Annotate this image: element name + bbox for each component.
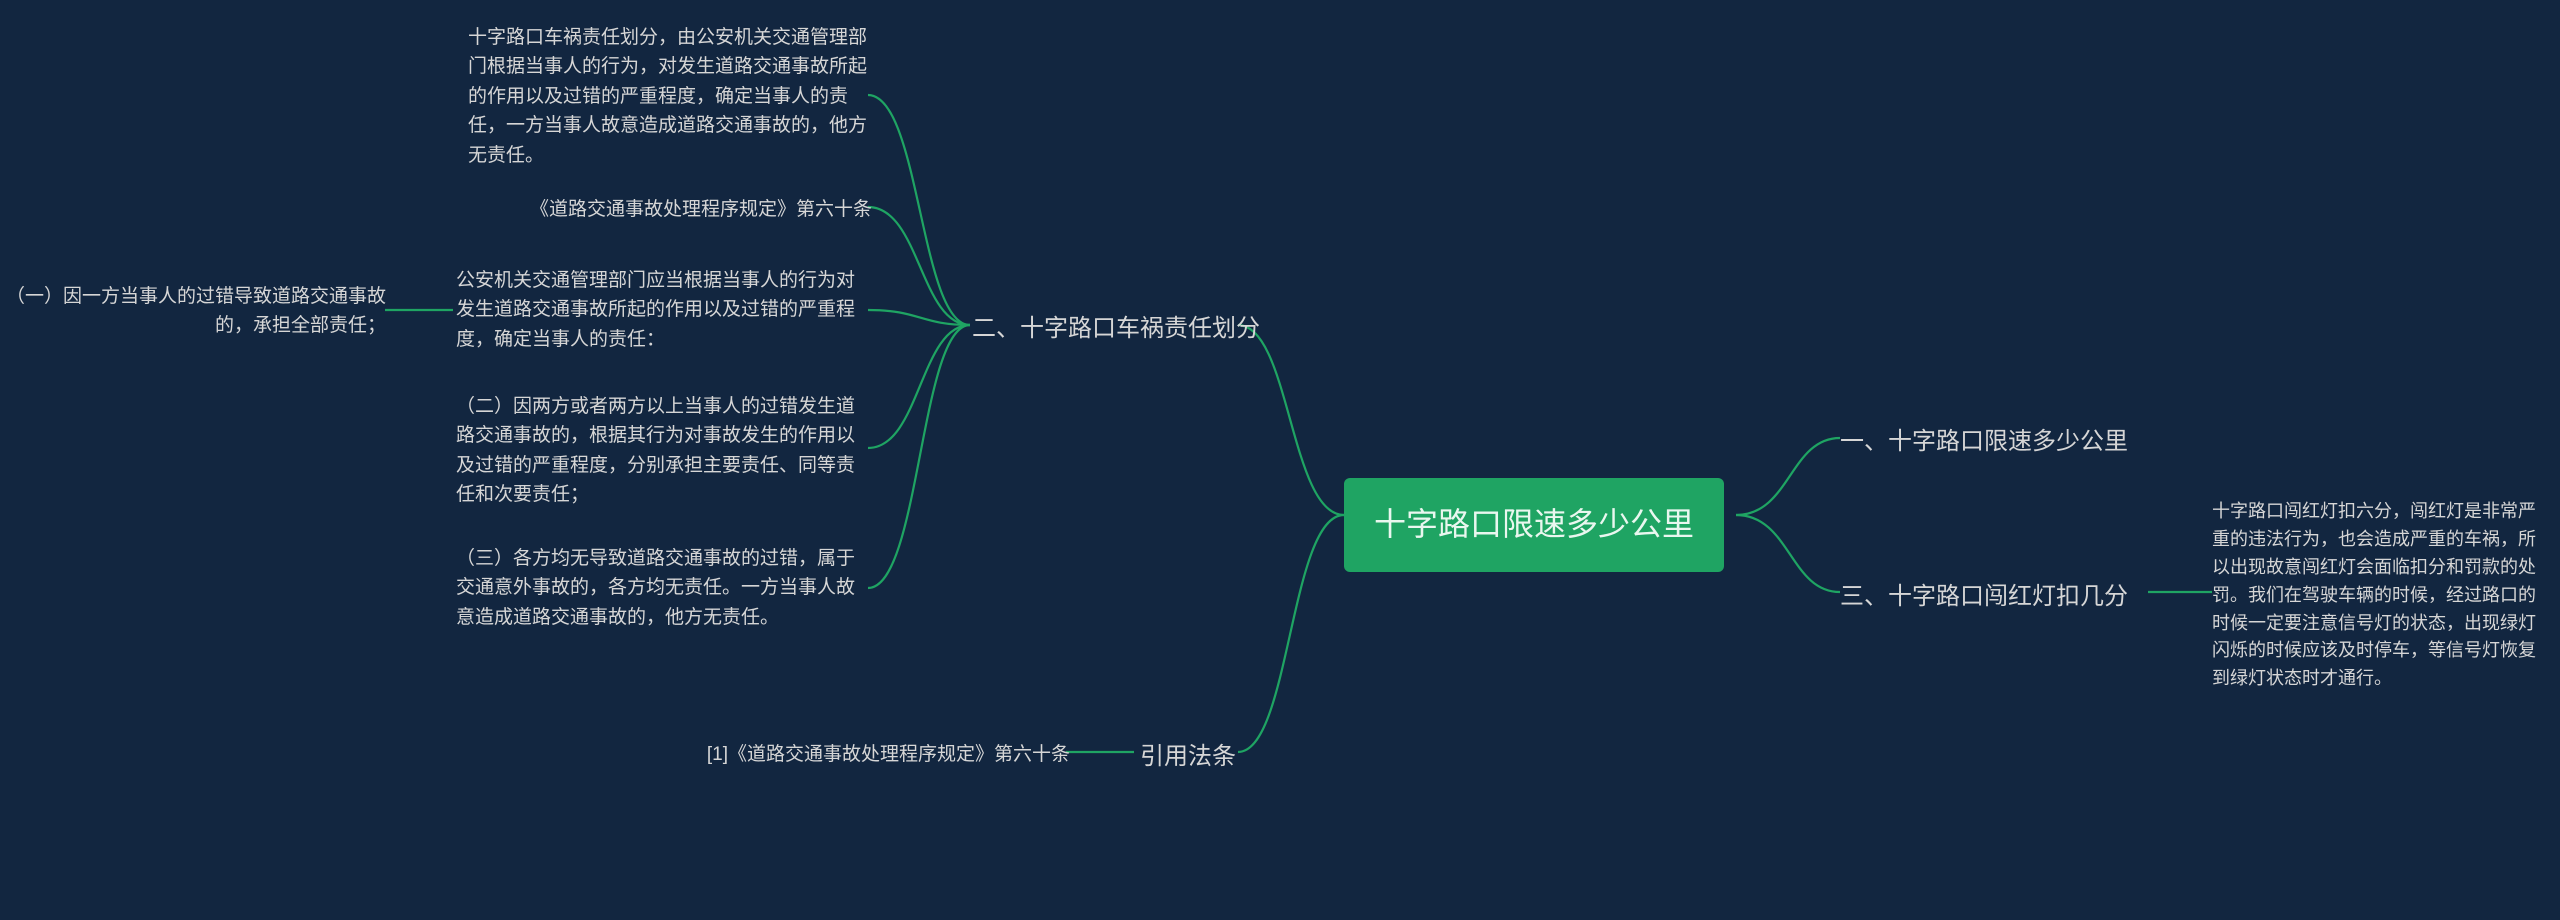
branch-2-leaf-a: 十字路口车祸责任划分，由公安机关交通管理部门根据当事人的行为，对发生道路交通事故…	[468, 23, 868, 170]
branch-2[interactable]: 二、十字路口车祸责任划分	[972, 310, 1260, 347]
branch-3[interactable]: 三、十字路口闯红灯扣几分	[1840, 578, 2128, 615]
branch-2-leaf-b: 《道路交通事故处理程序规定》第六十条	[502, 195, 872, 224]
branch-2-leaf-e: （三）各方均无导致道路交通事故的过错，属于交通意外事故的，各方均无责任。一方当事…	[456, 544, 866, 632]
mindmap-stage: 十字路口限速多少公里 一、十字路口限速多少公里 三、十字路口闯红灯扣几分 十字路…	[0, 0, 2560, 920]
branch-2-leaf-d: （二）因两方或者两方以上当事人的过错发生道路交通事故的，根据其行为对事故发生的作…	[456, 392, 866, 510]
branch-2-leaf-c-sub: （一）因一方当事人的过错导致道路交通事故的，承担全部责任；	[0, 282, 386, 341]
branch-3-leaf: 十字路口闯红灯扣六分，闯红灯是非常严重的违法行为，也会造成严重的车祸，所以出现故…	[2212, 498, 2542, 693]
branch-4-citation[interactable]: 引用法条	[1140, 738, 1236, 775]
root-node[interactable]: 十字路口限速多少公里	[1344, 478, 1724, 572]
branch-1[interactable]: 一、十字路口限速多少公里	[1840, 423, 2128, 460]
branch-2-leaf-c: 公安机关交通管理部门应当根据当事人的行为对发生道路交通事故所起的作用以及过错的严…	[456, 266, 866, 354]
connectors	[0, 0, 2560, 920]
branch-4-leaf: [1]《道路交通事故处理程序规定》第六十条	[670, 740, 1070, 769]
